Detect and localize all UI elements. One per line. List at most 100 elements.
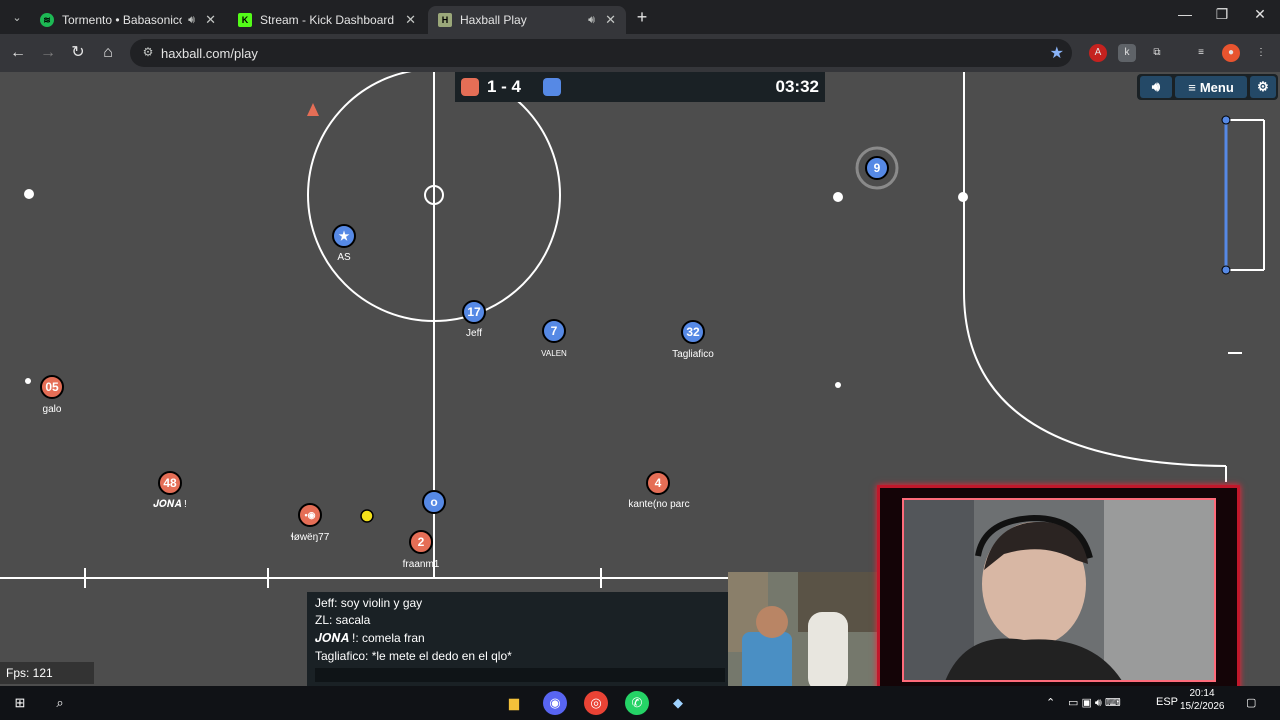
minimize-icon[interactable]: — [1173,6,1197,22]
player-red: 48 [158,471,182,495]
chat-input[interactable] [315,668,725,682]
chrome-icon[interactable]: ◎ [584,691,608,715]
fps-counter: Fps: 121 [0,662,94,684]
back-icon[interactable]: ← [7,42,29,64]
sound-toggle-button[interactable]: 🔊︎ [1140,76,1172,98]
webcam-image [904,500,1214,680]
forward-icon[interactable]: → [37,42,59,64]
menu-label: Menu [1199,79,1234,95]
media-control-icon[interactable]: ≡ [1192,44,1210,62]
extension-icon[interactable]: k [1118,44,1136,62]
player-red: •◉ [298,503,322,527]
chat-message: Tagliafico: *le mete el dedo en el qlo* [315,649,512,663]
speaker-icon[interactable]: 🔊︎ [588,14,595,27]
tab-spotify[interactable]: ≋ Tormento • Babasonicos 🔊︎ ✕ [30,6,226,34]
player-blue: 17 [462,300,486,324]
settings-button[interactable]: ⚙ [1250,76,1276,98]
chat-message: 𝑱𝑶𝑵𝑨 !: comela fran [315,631,425,645]
tab-title: Haxball Play [460,13,527,27]
player-blue: ★ [332,224,356,248]
haxball-icon: H [438,13,452,27]
player-number: 9 [873,161,881,175]
clock-date: 15/2/2026 [1180,701,1225,712]
player-number: 2 [417,535,425,549]
player-red: 2 [409,530,433,554]
extension-icon[interactable]: A [1089,44,1107,62]
player-blue: 9 [865,156,889,180]
player-number: 48 [163,476,177,490]
player-name: AS [337,252,351,263]
player-red: 05 [40,375,64,399]
webcam-feed [902,498,1216,682]
player-name: kante(no parc [628,499,690,510]
speaker-icon: 🔊︎ [1151,79,1161,94]
player-number: o [430,495,438,509]
restore-icon[interactable]: ❐ [1210,6,1234,23]
player-number: ★ [338,229,350,243]
reload-icon[interactable]: ↻ [67,42,89,64]
url-text[interactable]: haxball.com/play [161,46,258,61]
player-name: ɬøwëŋ77 [290,532,330,543]
player-name: 𝑱𝑶𝑵𝑨 ! [153,499,187,510]
scoreboard: 1 - 4 03:32 [455,72,825,102]
windows-start-icon[interactable]: ⊞ [8,691,32,715]
player-red: 4 [646,471,670,495]
game-controls: 🔊︎ ≡ Menu ⚙ [1137,74,1278,100]
player-name: Jeff [466,328,482,339]
extensions-puzzle-icon[interactable]: ⧉ [1148,44,1166,62]
chat-message: Jeff: soy violin y gay [315,596,423,610]
hamburger-icon: ≡ [1188,79,1196,95]
close-icon[interactable]: ✕ [605,12,616,28]
speaker-icon[interactable]: 🔊︎ [188,14,195,27]
notifications-icon[interactable]: ▢ [1246,696,1256,709]
menu-button[interactable]: ≡ Menu [1175,76,1247,98]
bookmark-star-icon[interactable]: ★ [1050,43,1064,63]
screen: ⌄ ≋ Tormento • Babasonicos 🔊︎ ✕ K Stream… [0,0,1280,720]
close-icon[interactable]: ✕ [205,12,216,28]
search-icon[interactable]: ⌕ [48,691,72,715]
kick-icon: K [238,13,252,27]
player-number: 32 [686,325,700,339]
player-name: galo [42,404,62,415]
chat-message: ZL: sacala [315,613,371,627]
profile-avatar[interactable]: ● [1222,44,1240,62]
tab-kick[interactable]: K Stream - Kick Dashboard ✕ [228,6,426,34]
whatsapp-icon[interactable]: ✆ [625,691,649,715]
address-bar[interactable]: ⚙ haxball.com/play ★ [130,39,1072,67]
file-explorer-icon[interactable]: ▆ [502,691,526,715]
tray-chevron-icon[interactable]: ⌃ [1046,696,1055,709]
player-number: 7 [550,324,558,338]
close-window-icon[interactable]: ✕ [1248,6,1272,23]
gear-icon: ⚙ [1257,79,1269,94]
spotify-icon: ≋ [40,13,54,27]
red-team-swatch [461,78,479,96]
player-name: Tagliafico [672,349,714,360]
player-number: 17 [467,305,481,319]
close-icon[interactable]: ✕ [405,12,416,28]
tab-title: Stream - Kick Dashboard [260,13,395,27]
language-indicator[interactable]: ESP [1156,696,1178,708]
tab-title: Tormento • Babasonicos [62,13,183,27]
player-blue: o [422,490,446,514]
new-tab-button[interactable]: + [632,7,652,27]
match-timer: 03:32 [775,77,819,96]
kebab-menu-icon[interactable]: ⋮ [1252,44,1270,62]
taskbar-clock[interactable]: 20:14 15/2/2026 [1180,687,1225,713]
clock-time: 20:14 [1189,688,1215,699]
windows-taskbar: ⊞ ⌕ ▆ ◉ ◎ ✆ ◆ ⌃ ▭ ▣ 🔊︎ ⌨ ESP ▢ [0,686,1280,720]
home-icon[interactable]: ⌂ [97,42,119,64]
tab-haxball[interactable]: H Haxball Play 🔊︎ ✕ [428,6,626,34]
chat-box: Jeff: soy violin y gay ZL: sacala 𝑱𝑶𝑵𝑨 !… [307,592,732,686]
browser-toolbar: ← → ↻ ⌂ ⚙ haxball.com/play ★ [0,34,1280,72]
browser-tabstrip: ⌄ ≋ Tormento • Babasonicos 🔊︎ ✕ K Stream… [0,0,1280,34]
site-info-icon[interactable]: ⚙ [140,45,156,61]
tray-icons[interactable]: ▭ ▣ 🔊︎ ⌨ [1068,696,1121,710]
score-text: 1 - 4 [487,77,522,96]
player-number: 4 [654,476,662,490]
player-number: 05 [45,380,59,394]
webcam-overlay-frame [877,485,1240,695]
discord-icon[interactable]: ◉ [543,691,567,715]
app-icon[interactable]: ◆ [666,691,690,715]
tab-search-icon[interactable]: ⌄ [6,6,28,28]
player-name: VALEN [541,349,567,358]
